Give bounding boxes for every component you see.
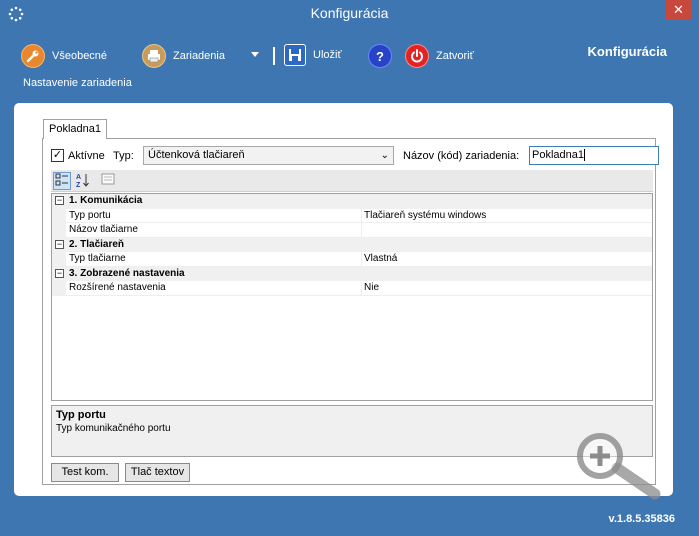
property-grid-toolbar: AZ <box>51 170 653 192</box>
device-name-label: Názov (kód) zariadenia: <box>403 150 520 162</box>
property-value[interactable]: Vlastná <box>364 252 397 266</box>
property-help-box: Typ portu Typ komunikačného portu <box>51 405 653 457</box>
help-button[interactable]: ? <box>368 44 399 68</box>
device-name-value: Pokladna1 <box>532 149 584 161</box>
sort-az-icon: AZ <box>76 174 89 189</box>
devices-label: Zariadenia <box>173 50 225 62</box>
property-row[interactable]: Typ portu Tlačiareň systému windows <box>52 208 652 223</box>
categorized-view-button[interactable] <box>53 172 71 190</box>
column-splitter <box>361 223 362 237</box>
categorized-view-icon <box>55 173 68 186</box>
svg-text:?: ? <box>376 49 384 63</box>
magnifier-plus-icon[interactable] <box>573 432 665 502</box>
floppy-disk-icon <box>284 44 306 66</box>
text-cursor: ​ <box>584 149 585 161</box>
help-title: Typ portu <box>56 409 106 421</box>
type-select-value: Účtenková tlačiareň <box>148 149 245 161</box>
save-label: Uložiť <box>313 49 342 61</box>
test-communication-button[interactable]: Test kom. <box>51 463 119 482</box>
version-label: v.1.8.5.35836 <box>608 513 675 525</box>
printer-icon <box>142 44 166 68</box>
close-app-label: Zatvoriť <box>436 50 474 62</box>
device-name-input[interactable]: Pokladna1​ <box>529 146 659 165</box>
power-icon <box>405 44 429 68</box>
column-splitter <box>361 281 362 295</box>
column-splitter <box>361 208 362 222</box>
collapse-icon[interactable]: − <box>55 196 64 205</box>
svg-text:A: A <box>76 174 81 181</box>
svg-text:Z: Z <box>76 182 81 188</box>
type-select[interactable]: Účtenková tlačiareň ⌄ <box>143 146 394 165</box>
property-row[interactable]: Názov tlačiarne <box>52 223 652 238</box>
title-bar: Konfigurácia ✕ <box>0 0 699 28</box>
row-gutter <box>52 208 66 222</box>
chevron-down-icon: ⌄ <box>380 150 389 161</box>
print-texts-button[interactable]: Tlač textov <box>125 463 190 482</box>
brand-title: Konfigurácia <box>587 44 667 59</box>
device-settings-row: ✓ Aktívne Typ: Účtenková tlačiareň ⌄ Náz… <box>51 145 659 165</box>
property-pages-icon <box>101 173 115 185</box>
general-label: Všeobecné <box>52 50 108 62</box>
tab-pokladna1[interactable]: Pokladna1 <box>43 119 107 139</box>
active-label: Aktívne <box>68 150 105 162</box>
category-name: 2. Tlačiareň <box>69 238 125 250</box>
close-app-button[interactable]: Zatvoriť <box>405 44 474 68</box>
property-row[interactable]: Rozšírené nastavenia Nie <box>52 281 652 296</box>
collapse-icon[interactable]: − <box>55 268 64 278</box>
row-gutter <box>52 281 66 295</box>
wrench-icon <box>21 44 45 68</box>
category-name: 3. Zobrazené nastavenia <box>69 267 185 279</box>
window-title: Konfigurácia <box>310 5 389 21</box>
page-subcaption: Nastavenie zariadenia <box>23 77 132 89</box>
property-name: Rozšírené nastavenia <box>69 282 166 293</box>
property-pages-button[interactable] <box>99 172 117 190</box>
row-gutter <box>52 252 66 266</box>
category-name: 1. Komunikácia <box>69 195 143 206</box>
property-row[interactable]: Typ tlačiarne Vlastná <box>52 252 652 267</box>
property-grid: − 1. Komunikácia Typ portu Tlačiareň sys… <box>51 193 653 401</box>
save-button[interactable]: Uložiť <box>284 44 342 66</box>
property-name: Typ portu <box>69 209 111 221</box>
window-close-button[interactable]: ✕ <box>666 0 691 20</box>
tab-body: ✓ Aktívne Typ: Účtenková tlačiareň ⌄ Náz… <box>42 138 659 485</box>
devices-dropdown-arrow-icon[interactable] <box>251 52 259 57</box>
property-value[interactable]: Tlačiareň systému windows <box>364 209 486 223</box>
collapse-icon[interactable]: − <box>55 239 64 249</box>
toolbar: Všeobecné Zariadenia Uložiť ? Zatvoriť K… <box>0 28 699 98</box>
column-splitter <box>361 252 362 266</box>
type-label: Typ: <box>113 150 134 162</box>
alphabetical-sort-button[interactable]: AZ <box>74 172 92 190</box>
help-description: Typ komunikačného portu <box>56 423 171 434</box>
category-row[interactable]: − 2. Tlačiareň <box>52 237 652 252</box>
property-name: Typ tlačiarne <box>69 253 126 264</box>
devices-button[interactable]: Zariadenia <box>142 44 225 68</box>
category-row[interactable]: − 1. Komunikácia <box>52 194 652 209</box>
toolbar-separator <box>273 47 275 65</box>
general-button[interactable]: Všeobecné <box>21 44 107 68</box>
property-value[interactable]: Nie <box>364 281 379 295</box>
category-row[interactable]: − 3. Zobrazené nastavenia <box>52 266 652 281</box>
row-gutter <box>52 223 66 237</box>
property-name: Názov tlačiarne <box>69 224 138 235</box>
question-mark-icon: ? <box>368 44 392 68</box>
active-checkbox[interactable]: ✓ <box>51 149 64 162</box>
